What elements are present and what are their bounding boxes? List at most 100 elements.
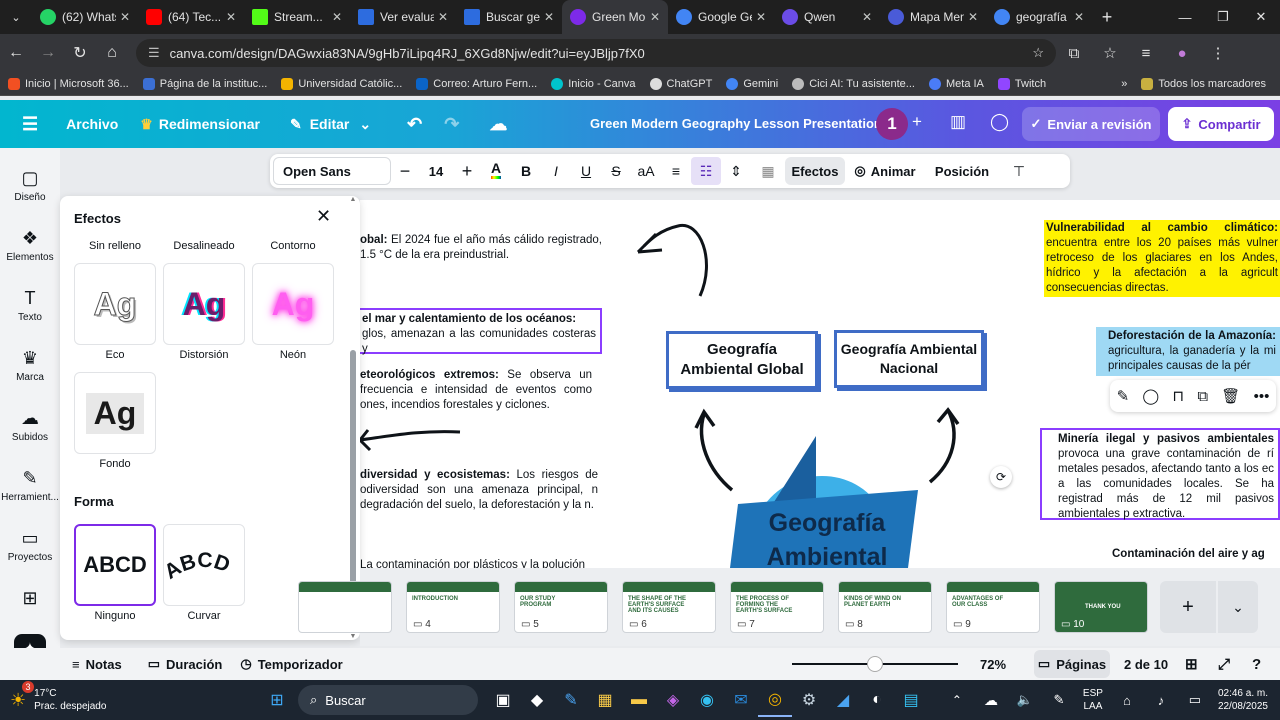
- page-thumbnail[interactable]: [298, 581, 392, 633]
- position-button[interactable]: Posición: [925, 154, 999, 188]
- font-select[interactable]: Open Sans: [273, 157, 391, 185]
- bookmark-item[interactable]: Inicio | Microsoft 36...: [8, 77, 129, 90]
- more-icon[interactable]: •••: [1254, 388, 1270, 405]
- file-menu[interactable]: Archivo: [66, 116, 118, 132]
- rail-brand[interactable]: ♛ Marca: [0, 348, 60, 383]
- media-icon[interactable]: ≡: [1128, 45, 1164, 62]
- comment-icon[interactable]: ◯: [1142, 387, 1159, 405]
- copilot-icon[interactable]: ◈: [656, 683, 690, 717]
- chrome-icon[interactable]: ◎: [758, 683, 792, 717]
- reload-icon[interactable]: ↻: [64, 43, 96, 63]
- rail-uploads[interactable]: ☁ Subidos: [0, 408, 60, 443]
- site-info-icon[interactable]: ☰: [148, 45, 160, 61]
- scroll-up-icon[interactable]: ▲: [349, 196, 357, 203]
- pen-icon[interactable]: ✎: [1042, 683, 1076, 717]
- zoom-slider-thumb[interactable]: [867, 656, 883, 672]
- profile-avatar[interactable]: ●: [1164, 45, 1200, 62]
- text-mining[interactable]: Minería ilegal y pasivos ambientales pro…: [1040, 428, 1280, 520]
- animate-button[interactable]: ◎ Animar: [845, 154, 925, 188]
- page-thumbnail[interactable]: ADVANTAGES OF OUR CLASS ▭ 9: [946, 581, 1040, 633]
- rail-design[interactable]: ▢ Diseño: [0, 168, 60, 203]
- close-tab-icon[interactable]: ✕: [332, 10, 342, 24]
- trash-icon[interactable]: 🗑: [1221, 387, 1240, 405]
- weather-widget[interactable]: ☀ 3 17°C Prac. despejado: [10, 681, 230, 713]
- insights-icon[interactable]: ▥: [950, 112, 966, 132]
- close-tab-icon[interactable]: ✕: [862, 10, 872, 24]
- browser-tab[interactable]: Qwen ✕: [774, 0, 880, 34]
- clock[interactable]: 02:46 a. m. 22/08/2025: [1218, 687, 1268, 713]
- strikethrough-icon[interactable]: S: [601, 154, 631, 188]
- cloud-saved-icon[interactable]: ☁: [489, 114, 507, 135]
- rail-text[interactable]: T Texto: [0, 288, 60, 323]
- font-size-input[interactable]: 14: [419, 154, 453, 188]
- list-icon[interactable]: ☷: [691, 157, 721, 185]
- favorites-icon[interactable]: ☆: [1092, 44, 1128, 62]
- rail-apps[interactable]: ⊞: [0, 588, 60, 612]
- more-bookmarks-icon[interactable]: »: [1121, 78, 1127, 90]
- page-thumbnail[interactable]: THE PROCESS OF FORMING THE EARTH'S SURFA…: [730, 581, 824, 633]
- expand-pages-button[interactable]: ⌄: [1218, 581, 1258, 633]
- box-nacional[interactable]: Geografía Ambiental Nacional: [834, 330, 984, 388]
- fullscreen-icon[interactable]: ⤢: [1218, 656, 1230, 673]
- scroll-down-icon[interactable]: ▼: [349, 633, 357, 640]
- close-tab-icon[interactable]: ✕: [1074, 10, 1084, 24]
- browser-tab[interactable]: (64) Tec... ✕: [138, 0, 244, 34]
- browser-tab[interactable]: geografía ✕: [986, 0, 1092, 34]
- page-thumbnail[interactable]: KINDS OF WIND ON PLANET EARTH ▭ 8: [838, 581, 932, 633]
- app-icon[interactable]: ◢: [826, 683, 860, 717]
- page-thumbnail[interactable]: INTRODUCTION ▭ 4: [406, 581, 500, 633]
- document-title[interactable]: Green Modern Geography Lesson Presentati…: [590, 116, 882, 131]
- browser-tab[interactable]: Stream... ✕: [244, 0, 350, 34]
- close-tab-icon[interactable]: ✕: [438, 10, 448, 24]
- page-thumbnail[interactable]: THE SHAPE OF THE EARTH'S SURFACE AND ITS…: [622, 581, 716, 633]
- outlook-icon[interactable]: ✉: [724, 683, 758, 717]
- close-tab-icon[interactable]: ✕: [544, 10, 554, 24]
- effect-background[interactable]: Ag: [74, 372, 156, 454]
- bookmark-star-icon[interactable]: ☆: [1032, 45, 1044, 61]
- text-color-icon[interactable]: A: [481, 154, 511, 188]
- grid-view-icon[interactable]: ⊞: [1185, 655, 1198, 673]
- rotate-handle-icon[interactable]: ⟳: [990, 466, 1012, 488]
- bookmark-item[interactable]: ChatGPT: [649, 77, 712, 90]
- font-size-minus[interactable]: −: [391, 154, 419, 188]
- lock-icon[interactable]: ⊓: [1172, 387, 1184, 405]
- duration-button[interactable]: ▭ Duración: [148, 656, 223, 672]
- close-tab-icon[interactable]: ✕: [120, 10, 130, 24]
- share-button[interactable]: ⇪ Compartir: [1168, 107, 1274, 141]
- add-collaborator-icon[interactable]: +: [912, 112, 922, 132]
- spacing-icon[interactable]: ⇕: [721, 154, 751, 188]
- bookmark-item[interactable]: Cici AI: Tu asistente...: [792, 77, 915, 90]
- onedrive-icon[interactable]: ☁: [974, 683, 1008, 717]
- text-vulnerability[interactable]: Vulnerabilidad al cambio climático: encu…: [1044, 220, 1280, 297]
- page-thumbnail[interactable]: THANK YOU ▭ 10: [1054, 581, 1148, 633]
- close-tab-icon[interactable]: ✕: [226, 10, 236, 24]
- box-global[interactable]: Geografía Ambiental Global: [666, 331, 818, 389]
- italic-icon[interactable]: I: [541, 154, 571, 188]
- font-size-plus[interactable]: +: [453, 154, 481, 188]
- browser-tab[interactable]: Ver evaluación ✕: [350, 0, 456, 34]
- close-panel-icon[interactable]: ✕: [316, 206, 331, 227]
- effect-distortion[interactable]: Ag: [163, 263, 245, 345]
- app-icon[interactable]: ✎: [554, 683, 588, 717]
- bookmark-item[interactable]: Gemini: [726, 77, 778, 90]
- menu-icon[interactable]: ⋮: [1200, 44, 1236, 62]
- banner-title[interactable]: Geografía Ambiental: [752, 506, 902, 568]
- bookmark-item[interactable]: Correo: Arturo Fern...: [416, 77, 537, 90]
- undo-icon[interactable]: ↶: [407, 114, 422, 135]
- all-bookmarks[interactable]: Todos los marcadores: [1141, 77, 1266, 90]
- close-tab-icon[interactable]: ✕: [756, 10, 766, 24]
- edit-menu[interactable]: ✎ Editar ⌄: [290, 116, 371, 133]
- tray-chevron-icon[interactable]: ⌃: [940, 683, 974, 717]
- bookmark-item[interactable]: Meta IA: [928, 77, 984, 90]
- volume-icon[interactable]: 🔈: [1008, 683, 1042, 717]
- close-tab-icon[interactable]: ✕: [650, 10, 660, 24]
- case-icon[interactable]: aA: [631, 154, 661, 188]
- close-window-icon[interactable]: ✕: [1242, 9, 1280, 25]
- battery-icon[interactable]: ▭: [1178, 683, 1212, 717]
- rail-projects[interactable]: ▭ Proyectos: [0, 528, 60, 563]
- zoom-value[interactable]: 72%: [980, 657, 1006, 672]
- back-icon[interactable]: ←: [0, 44, 32, 62]
- minimize-icon[interactable]: —: [1166, 10, 1204, 25]
- new-tab-icon[interactable]: +: [1092, 7, 1122, 28]
- rail-elements[interactable]: ❖ Elementos: [0, 228, 60, 263]
